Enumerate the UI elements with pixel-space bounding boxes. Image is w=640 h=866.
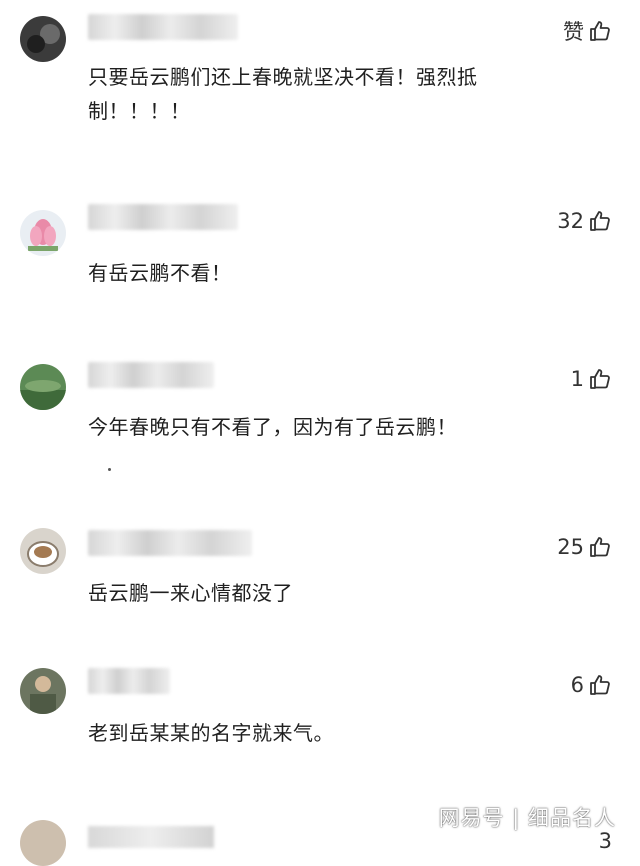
avatar[interactable] bbox=[20, 528, 66, 574]
like-count: 赞 bbox=[563, 20, 584, 44]
like-button[interactable]: 1 bbox=[571, 364, 612, 394]
avatar[interactable] bbox=[20, 210, 66, 256]
watermark: 网易号 | 细品名人 bbox=[438, 806, 616, 830]
thumbs-up-icon bbox=[588, 673, 612, 697]
avatar[interactable] bbox=[20, 16, 66, 62]
avatar[interactable] bbox=[20, 668, 66, 714]
comment-text: 老到岳某某的名字就来气。 bbox=[88, 721, 334, 745]
comment-text: 只要岳云鹏们还上春晚就坚决不看！强烈抵制！！！！ bbox=[88, 65, 478, 123]
thumbs-up-icon bbox=[588, 209, 612, 233]
like-count: 32 bbox=[557, 209, 584, 233]
username-blurred[interactable] bbox=[88, 530, 252, 556]
like-button[interactable]: 32 bbox=[557, 206, 612, 236]
like-count: 6 bbox=[570, 673, 584, 697]
like-count: 1 bbox=[570, 367, 584, 391]
like-count: 3 bbox=[598, 829, 612, 853]
comment-item: 6 老到岳某某的名字就来气。 bbox=[0, 664, 640, 764]
username-blurred[interactable] bbox=[88, 826, 214, 848]
avatar[interactable] bbox=[20, 820, 66, 866]
username-blurred[interactable] bbox=[88, 204, 238, 230]
comment-item: 25 岳云鹏一来心情都没了 bbox=[0, 526, 640, 626]
like-button[interactable]: 25 bbox=[557, 532, 612, 562]
thumbs-up-icon bbox=[588, 367, 612, 391]
thumbs-up-icon bbox=[588, 535, 612, 559]
comment-text: 今年春晚只有不看了，因为有了岳云鹏！ bbox=[88, 415, 457, 439]
username-blurred[interactable] bbox=[88, 668, 170, 694]
avatar[interactable] bbox=[20, 364, 66, 410]
username-blurred[interactable] bbox=[88, 362, 214, 388]
like-count: 25 bbox=[557, 535, 584, 559]
divider bbox=[108, 468, 111, 471]
thumbs-up-icon bbox=[588, 19, 612, 43]
comment-item: 赞 只要岳云鹏们还上春晚就坚决不看！强烈抵制！！！！ bbox=[0, 10, 640, 130]
like-button[interactable]: 赞 bbox=[563, 16, 612, 46]
comment-item: 1 今年春晚只有不看了，因为有了岳云鹏！ bbox=[0, 358, 640, 458]
comment-text: 有岳云鹏不看！ bbox=[88, 261, 232, 285]
username-blurred[interactable] bbox=[88, 14, 238, 40]
comment-text: 岳云鹏一来心情都没了 bbox=[88, 581, 293, 605]
comment-item: 32 有岳云鹏不看！ bbox=[0, 200, 640, 300]
like-button[interactable]: 6 bbox=[571, 670, 612, 700]
